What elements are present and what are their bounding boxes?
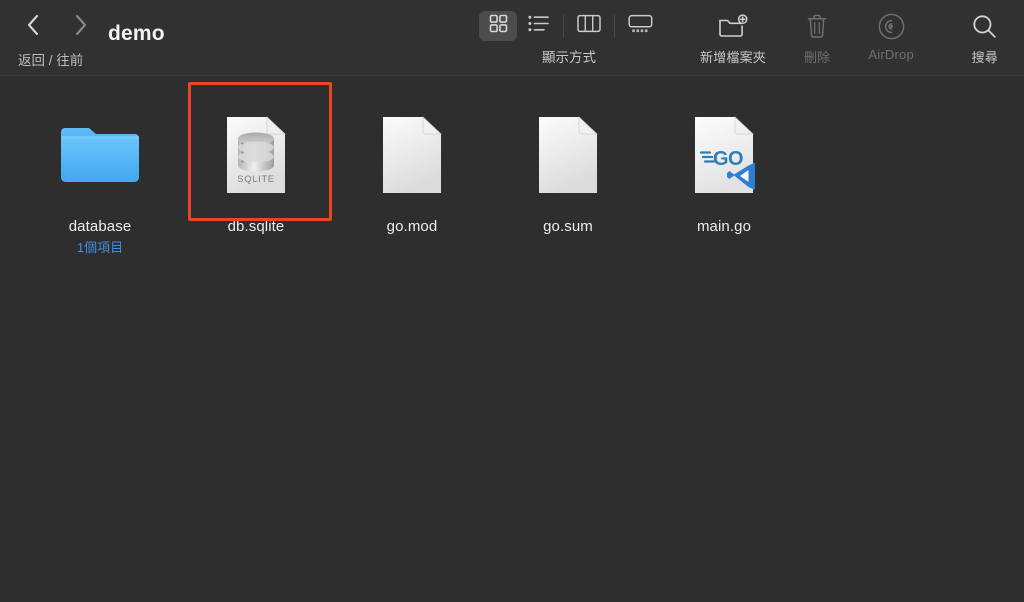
grid-view-icon	[489, 14, 508, 38]
file-name-database: database	[68, 218, 132, 235]
file-name-go-sum: go.sum	[543, 218, 593, 235]
trash-icon	[806, 14, 828, 44]
view-mode-caption: 顯示方式	[542, 50, 596, 65]
column-view-icon	[577, 14, 601, 38]
file-name-go-mod: go.mod	[386, 218, 438, 235]
airdrop-icon	[878, 13, 905, 45]
forward-button[interactable]	[70, 12, 92, 42]
file-name-main-go: main.go	[696, 218, 752, 235]
file-name-db-sqlite: db.sqlite	[227, 218, 285, 235]
finder-toolbar: 返回 / 往前 demo 顯示方式 新增檔案夾 刪除 AirDrop 搜尋	[0, 0, 1024, 76]
file-thumb-database	[22, 102, 178, 206]
search-icon	[972, 14, 997, 44]
file-browser-content[interactable]: database 1個項目 SQLITE db.sqlite go.mod go…	[0, 76, 1024, 602]
new-folder-icon-wrap	[718, 12, 748, 46]
file-thumb-main-go: GO	[646, 102, 802, 206]
file-item-go-sum[interactable]: go.sum	[490, 96, 646, 235]
search-group: 搜尋	[972, 12, 998, 66]
search-icon-wrap	[972, 12, 997, 46]
airdrop-button[interactable]: AirDrop	[868, 12, 914, 62]
blank-document-icon	[536, 114, 600, 194]
sqlite-document-icon: SQLITE	[224, 114, 288, 194]
file-thumb-go-mod	[334, 102, 490, 206]
toolbar-divider-2	[614, 15, 615, 37]
chevron-right-icon	[74, 14, 88, 41]
delete-label: 刪除	[804, 50, 831, 65]
new-folder-label: 新增檔案夾	[700, 50, 767, 65]
folder-icon	[59, 122, 141, 186]
finder-window: 返回 / 往前 demo 顯示方式 新增檔案夾 刪除 AirDrop 搜尋 da…	[0, 0, 1024, 602]
view-mode-group: 顯示方式	[478, 11, 660, 66]
file-item-db-sqlite[interactable]: SQLITE db.sqlite	[178, 82, 334, 235]
go-document-icon: GO	[692, 114, 756, 194]
file-thumb-go-sum	[490, 102, 646, 206]
navigation-group: 返回 / 往前	[18, 12, 92, 68]
navigation-caption: 返回 / 往前	[18, 53, 84, 68]
svg-text:GO: GO	[713, 148, 743, 170]
window-title: demo	[108, 22, 165, 45]
delete-button[interactable]: 刪除	[804, 12, 830, 66]
airdrop-icon-wrap	[878, 12, 905, 46]
view-mode-column-button[interactable]	[570, 11, 608, 41]
view-mode-icon-button[interactable]	[479, 11, 517, 41]
file-item-main-go[interactable]: GO main.go	[646, 96, 802, 235]
trash-icon-wrap	[806, 12, 828, 46]
action-group: 新增檔案夾 刪除 AirDrop	[700, 12, 914, 66]
view-mode-list-button[interactable]	[519, 11, 557, 41]
airdrop-label: AirDrop	[868, 47, 914, 62]
file-subtitle-database: 1個項目	[76, 240, 124, 255]
list-view-icon	[527, 15, 549, 37]
blank-document-icon	[380, 114, 444, 194]
file-item-go-mod[interactable]: go.mod	[334, 96, 490, 235]
toolbar-divider-1	[563, 15, 564, 37]
chevron-left-icon	[26, 14, 40, 41]
search-label: 搜尋	[971, 50, 998, 65]
icon-grid: database 1個項目 SQLITE db.sqlite go.mod go…	[0, 82, 1024, 256]
file-item-database[interactable]: database 1個項目	[22, 96, 178, 256]
new-folder-button[interactable]: 新增檔案夾	[700, 12, 766, 66]
new-folder-icon	[718, 14, 748, 44]
gallery-view-icon	[627, 14, 653, 38]
file-thumb-db-sqlite: SQLITE	[178, 102, 334, 206]
sqlite-badge-text: SQLITE	[237, 174, 275, 185]
search-button[interactable]: 搜尋	[972, 12, 998, 66]
view-mode-gallery-button[interactable]	[621, 11, 659, 41]
back-button[interactable]	[22, 12, 44, 42]
